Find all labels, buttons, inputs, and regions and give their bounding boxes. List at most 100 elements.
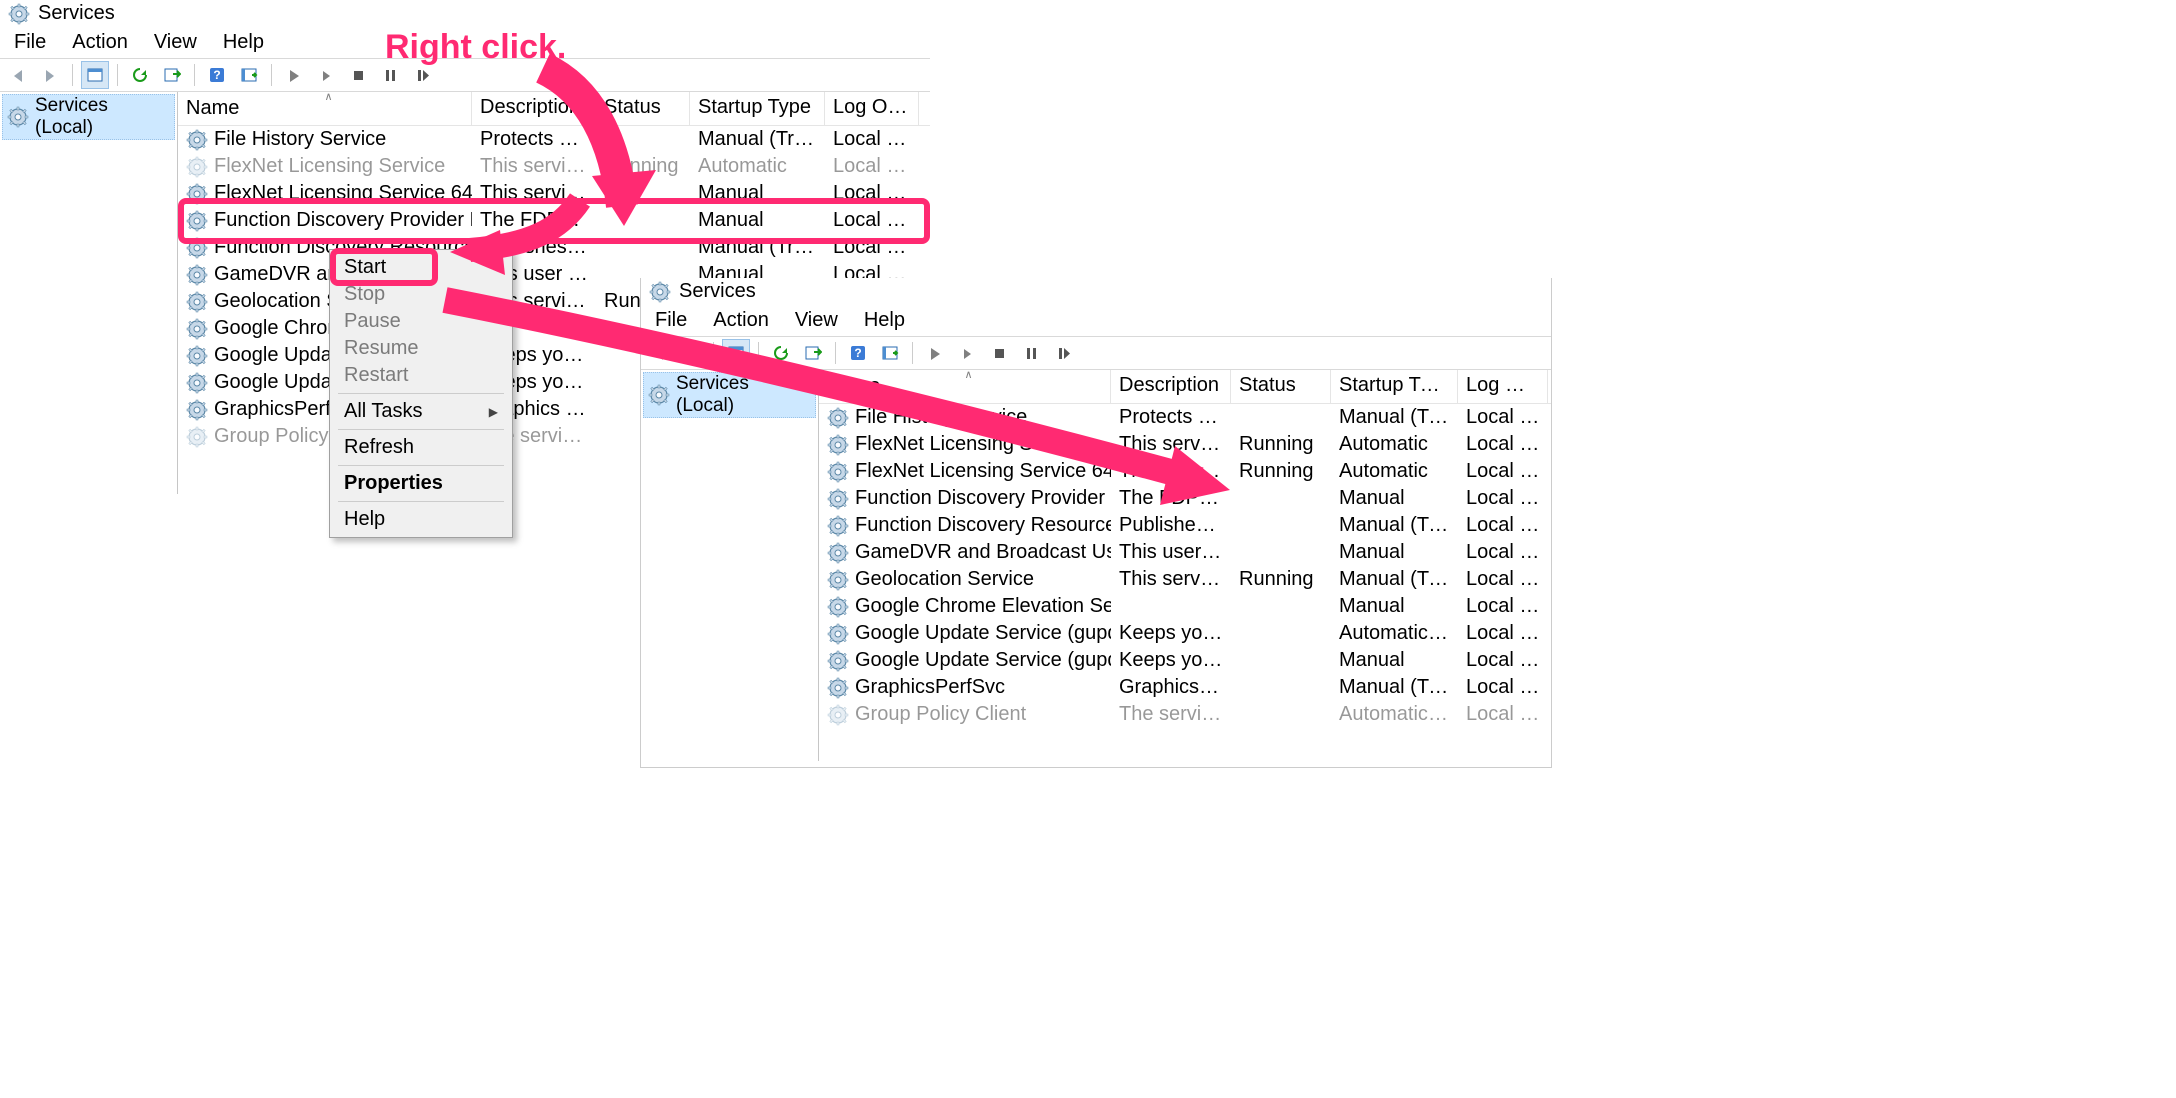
menu-view[interactable]: View (154, 31, 197, 54)
gear-icon (186, 237, 208, 259)
service-row[interactable]: GameDVR and Broadcast User S...This user… (819, 539, 1551, 566)
service-desc: This service ... (1111, 433, 1231, 456)
ctx-properties[interactable]: Properties (332, 470, 510, 497)
col-status[interactable]: Status (1231, 370, 1331, 403)
forward-button[interactable] (36, 61, 64, 89)
menu-help[interactable]: Help (864, 309, 905, 332)
start-service-button[interactable] (280, 61, 308, 89)
ctx-help[interactable]: Help (332, 506, 510, 533)
service-desc: Publishes thi... (1111, 514, 1231, 537)
help-button[interactable] (844, 339, 872, 367)
service-name: Function Discovery Provider Host (855, 487, 1111, 510)
col-description[interactable]: Description (472, 92, 596, 125)
back-button[interactable] (4, 61, 32, 89)
col-startup[interactable]: Startup Type (1331, 370, 1458, 403)
list-header: Name Description Status Startup Type Log… (178, 92, 930, 126)
ctx-sep (338, 501, 504, 502)
menu-file[interactable]: File (655, 309, 687, 332)
window-title: Services (38, 2, 115, 25)
col-logon[interactable]: Log On As (825, 92, 919, 125)
gear-icon (186, 345, 208, 367)
refresh-button[interactable] (126, 61, 154, 89)
ctx-refresh[interactable]: Refresh (332, 434, 510, 461)
action-button[interactable] (876, 339, 904, 367)
window-title: Services (679, 280, 756, 303)
service-status: Running (1231, 460, 1331, 483)
ctx-pause[interactable]: Pause (332, 308, 510, 335)
tree-node-services-local[interactable]: Services (Local) (643, 372, 816, 418)
export-button[interactable] (158, 61, 186, 89)
ctx-start[interactable]: Start (332, 254, 510, 281)
col-name[interactable]: Name (819, 370, 1111, 403)
stop-service-button[interactable] (344, 61, 372, 89)
toolbar-sep (271, 64, 272, 86)
back-button[interactable] (645, 339, 673, 367)
service-startup: Manual (1331, 595, 1458, 618)
service-row[interactable]: File History ServiceProtects user...Manu… (178, 126, 930, 153)
ctx-resume[interactable]: Resume (332, 335, 510, 362)
forward-button[interactable] (677, 339, 705, 367)
service-row[interactable]: GraphicsPerfSvcGraphics per...Manual (Tr… (819, 674, 1551, 701)
menu-view[interactable]: View (795, 309, 838, 332)
service-row[interactable]: Function Discovery Resource Pu...Publish… (819, 512, 1551, 539)
service-row[interactable]: FlexNet Licensing Service 64This service… (819, 458, 1551, 485)
show-hide-tree-button[interactable] (81, 61, 109, 89)
stop-service-button[interactable] (985, 339, 1013, 367)
service-logon: Local Syste (1458, 460, 1548, 483)
col-status[interactable]: Status (596, 92, 690, 125)
service-row[interactable]: FlexNet Licensing ServiceThis service ..… (819, 431, 1551, 458)
context-menu: Start Stop Pause Resume Restart All Task… (329, 249, 513, 538)
service-logon: Local Syste (1458, 649, 1548, 672)
service-row[interactable]: Function Discovery Provider HostThe FDPH… (178, 207, 930, 234)
ctx-restart[interactable]: Restart (332, 362, 510, 389)
ctx-stop[interactable]: Stop (332, 281, 510, 308)
list-header: Name Description Status Startup Type Log… (819, 370, 1551, 404)
service-row[interactable]: File History ServiceProtects user...Manu… (819, 404, 1551, 431)
start-small-button[interactable] (953, 339, 981, 367)
menu-action[interactable]: Action (713, 309, 769, 332)
col-startup[interactable]: Startup Type (690, 92, 825, 125)
gear-icon (827, 704, 849, 726)
service-row[interactable]: FlexNet Licensing ServiceThis service ..… (178, 153, 930, 180)
ctx-sep (338, 393, 504, 394)
menu-file[interactable]: File (14, 31, 46, 54)
start-small-button[interactable] (312, 61, 340, 89)
col-name[interactable]: Name (178, 92, 472, 125)
service-row[interactable]: FlexNet Licensing Service 64This service… (178, 180, 930, 207)
help-button[interactable] (203, 61, 231, 89)
service-row[interactable]: Group Policy ClientThe service i...Autom… (819, 701, 1551, 728)
col-description[interactable]: Description (1111, 370, 1231, 403)
service-logon: Local Syste (1458, 676, 1548, 699)
service-row[interactable]: Geolocation ServiceThis service ...Runni… (819, 566, 1551, 593)
service-desc: Graphics per... (1111, 676, 1231, 699)
gear-icon (8, 3, 30, 25)
start-service-button[interactable] (921, 339, 949, 367)
menu-help[interactable]: Help (223, 31, 264, 54)
toolbar (641, 336, 1551, 370)
show-hide-tree-button[interactable] (722, 339, 750, 367)
gear-icon (827, 488, 849, 510)
tree-node-services-local[interactable]: Services (Local) (2, 94, 175, 140)
service-startup: Manual (690, 209, 825, 232)
service-startup: Manual (Trigg... (1331, 514, 1458, 537)
service-logon: Local Syste (1458, 622, 1548, 645)
service-logon: Local System (825, 128, 919, 151)
service-row[interactable]: Google Update Service (gupdate)Keeps you… (819, 620, 1551, 647)
service-desc: The service i... (1111, 703, 1231, 726)
pause-service-button[interactable] (1017, 339, 1045, 367)
toolbar-sep (713, 342, 714, 364)
gear-icon (827, 407, 849, 429)
service-desc: This user ser... (1111, 541, 1231, 564)
action-button[interactable] (235, 61, 263, 89)
service-row[interactable]: Google Update Service (gupdate...Keeps y… (819, 647, 1551, 674)
menu-action[interactable]: Action (72, 31, 128, 54)
restart-service-button[interactable] (1049, 339, 1077, 367)
service-logon: Local Syste (1458, 541, 1548, 564)
col-logon[interactable]: Log On As (1458, 370, 1548, 403)
export-button[interactable] (799, 339, 827, 367)
service-row[interactable]: Google Chrome Elevation ServiceManualLoc… (819, 593, 1551, 620)
service-row[interactable]: Function Discovery Resource Pu...Publish… (178, 234, 930, 261)
ctx-all-tasks[interactable]: All Tasks▶ (332, 398, 510, 425)
service-row[interactable]: Function Discovery Provider HostThe FDPH… (819, 485, 1551, 512)
refresh-button[interactable] (767, 339, 795, 367)
